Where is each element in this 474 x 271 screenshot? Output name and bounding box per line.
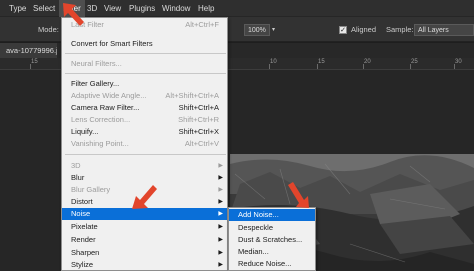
menu-item-pixelate[interactable]: Pixelate ▶ <box>62 221 227 233</box>
submenu-arrow-icon: ▶ <box>218 262 223 268</box>
menu-separator <box>65 154 226 155</box>
submenu-item-dust-scratches[interactable]: Dust & Scratches... <box>229 234 315 246</box>
submenu-arrow-icon: ▶ <box>218 187 223 193</box>
menu-item-shortcut: Shift+Ctrl+A <box>178 103 219 112</box>
mode-label: Mode: <box>38 25 59 34</box>
submenu-arrow-icon: ▶ <box>218 237 223 243</box>
noise-submenu: Add Noise... Despeckle Dust & Scratches.… <box>228 207 316 271</box>
menu-type[interactable]: Type <box>5 0 30 17</box>
menu-plugins[interactable]: Plugins <box>125 0 159 17</box>
menu-item-liquify[interactable]: Liquify... Shift+Ctrl+X <box>62 126 227 138</box>
menu-item-label: 3D <box>71 161 81 170</box>
menu-item-vanishing-point[interactable]: Vanishing Point... Alt+Ctrl+V <box>62 138 227 150</box>
photoshop-window: { "menubar": { "items": [ {"label": "Typ… <box>0 0 474 271</box>
menu-item-sharpen[interactable]: Sharpen ▶ <box>62 247 227 259</box>
submenu-item-median[interactable]: Median... <box>229 246 315 258</box>
ruler-label: 10 <box>270 59 277 65</box>
menu-item-label: Vanishing Point... <box>71 139 129 148</box>
menu-help[interactable]: Help <box>194 0 218 17</box>
submenu-arrow-icon: ▶ <box>218 224 223 230</box>
submenu-item-reduce-noise[interactable]: Reduce Noise... <box>229 258 315 270</box>
submenu-item-add-noise[interactable]: Add Noise... <box>229 209 315 221</box>
menu-item-lens-correction[interactable]: Lens Correction... Shift+Ctrl+R <box>62 114 227 126</box>
menu-item-blur[interactable]: Blur ▶ <box>62 172 227 184</box>
menu-item-label: Liquify... <box>71 127 99 136</box>
menu-item-neural-filters[interactable]: Neural Filters... <box>62 58 227 70</box>
submenu-arrow-icon: ▶ <box>218 211 223 217</box>
submenu-item-despeckle[interactable]: Despeckle <box>229 222 315 234</box>
filter-menu: Last Filter Alt+Ctrl+F Convert for Smart… <box>61 17 228 271</box>
menu-window[interactable]: Window <box>158 0 194 17</box>
menu-item-label: Sharpen <box>71 248 100 257</box>
menu-3d[interactable]: 3D <box>83 0 101 17</box>
submenu-arrow-icon: ▶ <box>218 199 223 205</box>
ruler-label: 15 <box>31 59 38 65</box>
menu-item-adaptive-wide-angle[interactable]: Adaptive Wide Angle... Alt+Shift+Ctrl+A <box>62 90 227 102</box>
submenu-arrow-icon: ▶ <box>218 250 223 256</box>
menu-item-distort[interactable]: Distort ▶ <box>62 196 227 208</box>
menu-select[interactable]: Select <box>29 0 59 17</box>
ruler-label: 15 <box>318 59 325 65</box>
menu-item-label: Convert for Smart Filters <box>71 39 153 48</box>
menu-item-label: Render <box>71 235 96 244</box>
menu-item-label: Pixelate <box>71 222 98 231</box>
menu-item-shortcut: Alt+Shift+Ctrl+A <box>165 91 219 100</box>
sample-select[interactable]: All Layers <box>414 24 474 36</box>
menu-item-label: Stylize <box>71 260 94 269</box>
menu-separator <box>65 73 226 74</box>
ruler-label: 20 <box>364 59 371 65</box>
menu-item-stylize[interactable]: Stylize ▶ <box>62 259 227 271</box>
menu-bar: Type Select Filter 3D View Plugins Windo… <box>0 0 474 17</box>
menu-item-label: Camera Raw Filter... <box>71 103 140 112</box>
zoom-field[interactable]: 100% <box>244 24 270 36</box>
menu-item-label: Adaptive Wide Angle... <box>71 91 147 100</box>
menu-item-shortcut: Alt+Ctrl+F <box>185 20 219 29</box>
document-tab[interactable]: ava-10779996.jpg <box>0 43 57 58</box>
ruler-label: 25 <box>411 59 418 65</box>
menu-item-filter-gallery[interactable]: Filter Gallery... <box>62 78 227 90</box>
menu-item-convert-smart-filters[interactable]: Convert for Smart Filters <box>62 38 227 50</box>
menu-item-blur-gallery[interactable]: Blur Gallery ▶ <box>62 184 227 196</box>
menu-item-shortcut: Shift+Ctrl+X <box>178 127 219 136</box>
menu-item-last-filter[interactable]: Last Filter Alt+Ctrl+F <box>62 19 227 31</box>
menu-item-label: Filter Gallery... <box>71 79 120 88</box>
submenu-arrow-icon: ▶ <box>218 163 223 169</box>
menu-item-shortcut: Alt+Ctrl+V <box>184 139 219 148</box>
menu-item-render[interactable]: Render ▶ <box>62 234 227 246</box>
zoom-dropdown-icon[interactable]: ▾ <box>272 24 275 36</box>
menu-item-label: Noise <box>71 209 91 218</box>
menu-separator <box>65 53 226 54</box>
submenu-arrow-icon: ▶ <box>218 175 223 181</box>
menu-item-label: Neural Filters... <box>71 59 122 68</box>
menu-item-shortcut: Shift+Ctrl+R <box>178 115 219 124</box>
menu-item-label: Lens Correction... <box>71 115 131 124</box>
menu-item-camera-raw-filter[interactable]: Camera Raw Filter... Shift+Ctrl+A <box>62 102 227 114</box>
menu-item-label: Last Filter <box>71 20 104 29</box>
aligned-checkbox[interactable]: ✓ <box>339 26 347 34</box>
menu-item-label: Blur <box>71 173 85 182</box>
aligned-label: Aligned <box>351 25 377 34</box>
menu-view[interactable]: View <box>100 0 125 17</box>
menu-item-label: Blur Gallery <box>71 185 111 194</box>
sample-label: Sample: <box>386 25 414 34</box>
menu-item-label: Distort <box>71 197 93 206</box>
menu-item-3d[interactable]: 3D ▶ <box>62 160 227 172</box>
menu-filter[interactable]: Filter <box>59 0 85 17</box>
ruler-label: 30 <box>455 59 462 65</box>
menu-item-noise[interactable]: Noise ▶ <box>62 208 227 220</box>
